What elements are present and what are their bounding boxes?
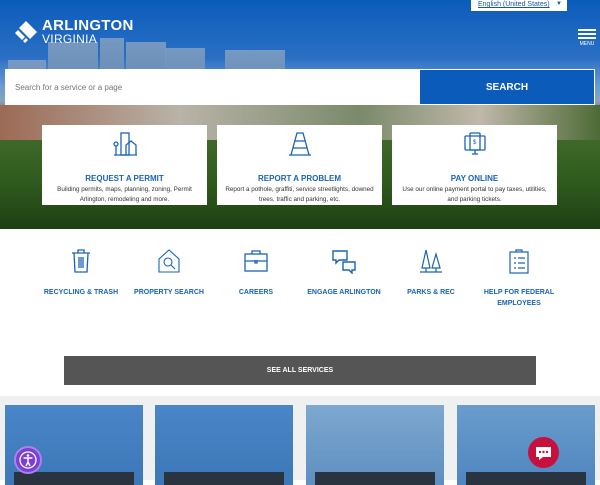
quick-link-careers[interactable]: CAREERS: [216, 248, 296, 298]
quick-link-label: RECYCLING & TRASH: [43, 289, 119, 296]
card-title: REQUEST A PERMIT: [85, 174, 164, 183]
card-description: Report a pothole, graffiti, service stre…: [225, 186, 374, 203]
building-icon: [112, 132, 137, 156]
quick-link-recycling[interactable]: RECYCLING & TRASH: [41, 248, 121, 298]
logo-title: ARLINGTON: [42, 17, 134, 34]
chat-icon: [536, 447, 551, 460]
quick-link-label: PROPERTY SEARCH: [134, 289, 204, 296]
card-report-problem[interactable]: REPORT A PROBLEM Report a pothole, graff…: [217, 125, 382, 205]
chat-bubbles-icon: [332, 250, 356, 275]
clipboard-icon: [509, 249, 529, 274]
traffic-cone-icon: [288, 132, 311, 156]
logo-icon: [15, 20, 37, 43]
search-input[interactable]: [6, 70, 420, 104]
chat-button[interactable]: [528, 437, 559, 468]
news-tile[interactable]: [457, 405, 595, 485]
search-bar: SEARCH: [5, 69, 595, 105]
svg-text:$: $: [473, 140, 477, 146]
quick-link-label: CAREERS: [238, 289, 274, 296]
card-pay-online[interactable]: $ PAY ONLINE Use our online payment port…: [392, 125, 557, 205]
card-description: Use our online payment portal to pay tax…: [402, 186, 547, 203]
search-button[interactable]: SEARCH: [420, 70, 594, 104]
card-request-permit[interactable]: REQUEST A PERMIT Building permits, maps,…: [42, 125, 207, 205]
language-select[interactable]: English (United States) ▼: [471, 0, 567, 11]
payment-device-icon: $: [463, 132, 486, 155]
card-description: Building permits, maps, planning, zoning…: [57, 186, 192, 203]
quick-link-label: HELP FOR FEDERAL EMPLOYEES: [483, 289, 555, 307]
news-tile[interactable]: [306, 405, 444, 485]
quick-link-federal-employees[interactable]: HELP FOR FEDERAL EMPLOYEES: [479, 248, 559, 309]
accessibility-button[interactable]: [14, 446, 42, 474]
quick-link-engage[interactable]: ENGAGE ARLINGTON: [304, 248, 384, 298]
logo-subtitle: VIRGINIA: [42, 32, 98, 46]
quick-link-property-search[interactable]: PROPERTY SEARCH: [129, 248, 209, 298]
card-title: REPORT A PROBLEM: [258, 174, 341, 183]
briefcase-icon: [244, 250, 268, 272]
chevron-down-icon: ▼: [556, 1, 562, 7]
trash-icon: [72, 249, 90, 273]
news-tile[interactable]: [155, 405, 293, 485]
house-search-icon: [158, 249, 180, 273]
see-all-services-button[interactable]: SEE ALL SERVICES: [64, 356, 536, 385]
quick-link-label: ENGAGE ARLINGTON: [307, 289, 381, 296]
menu-button[interactable]: MENU: [578, 29, 596, 47]
menu-label: MENU: [579, 41, 595, 47]
quick-link-parks[interactable]: PARKS & REC: [391, 248, 471, 298]
site-logo[interactable]: ARLINGTON VIRGINIA: [14, 18, 134, 45]
language-label: English (United States): [478, 1, 550, 8]
accessibility-icon: [19, 451, 37, 469]
card-title: PAY ONLINE: [450, 174, 499, 183]
quick-link-label: PARKS & REC: [407, 289, 455, 296]
trees-icon: [420, 249, 442, 273]
